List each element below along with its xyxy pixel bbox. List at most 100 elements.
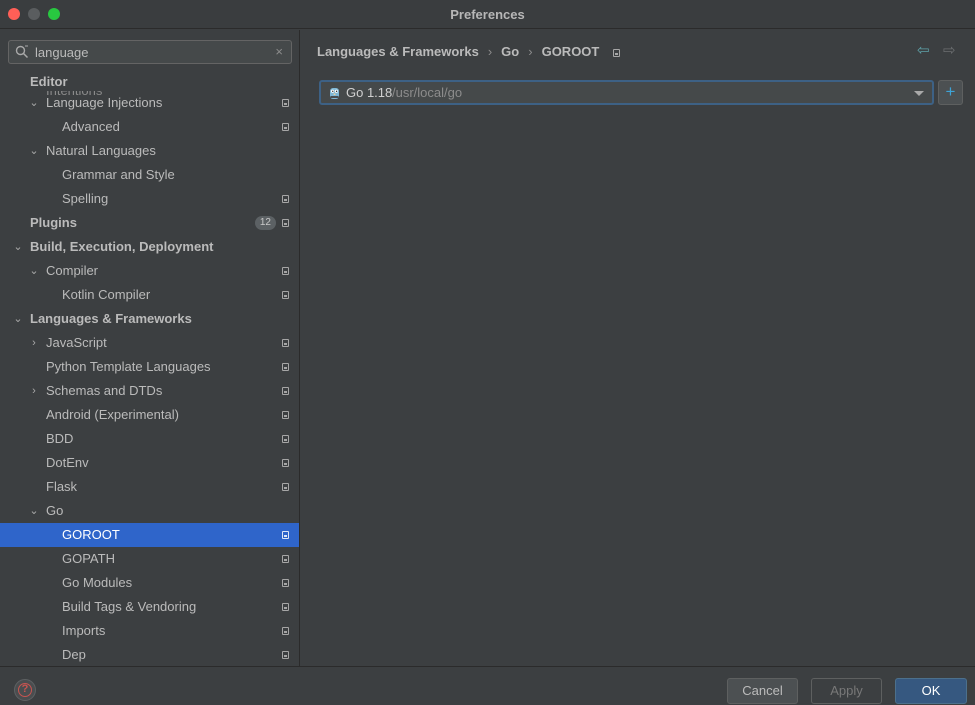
project-level-icon (282, 363, 289, 371)
tree-item-advanced[interactable]: Advanced (0, 115, 299, 139)
help-icon: ? (21, 683, 29, 695)
project-level-icon (282, 339, 289, 347)
project-level-icon (282, 531, 289, 539)
project-level-icon (282, 267, 289, 275)
tree-sticky-header-editor[interactable]: Editor (0, 73, 299, 91)
tree-item-label: Build Tags & Vendoring (62, 599, 197, 614)
settings-search-input[interactable] (35, 44, 265, 61)
tree-item-label: Go Modules (62, 575, 133, 590)
tree-item-language-injections[interactable]: ⌄ Language Injections (0, 91, 299, 115)
tree-item-android-experimental[interactable]: Android (Experimental) (0, 403, 299, 427)
tree-item-label: Flask (46, 479, 78, 494)
project-level-icon (282, 219, 289, 227)
tree-item-label: Imports (62, 623, 106, 638)
tree-item-label: Natural Languages (46, 143, 156, 158)
tree-item-label: Python Template Languages (46, 359, 211, 374)
tree-item-label: Compiler (46, 263, 99, 278)
project-level-icon (282, 651, 289, 659)
tree-item-label: Schemas and DTDs (46, 383, 163, 398)
chevron-right-icon[interactable]: › (28, 331, 40, 355)
project-level-icon (282, 99, 289, 107)
tree-item-kotlin-compiler[interactable]: Kotlin Compiler (0, 283, 299, 307)
project-level-icon (282, 603, 289, 611)
tree-item-label: BDD (46, 431, 74, 446)
dialog-footer: ? Cancel Apply OK (0, 666, 975, 705)
tree-item-flask[interactable]: Flask (0, 475, 299, 499)
chevron-down-icon[interactable]: ⌄ (28, 139, 40, 163)
project-level-icon (613, 48, 621, 57)
tree-item-label: GOPATH (62, 551, 115, 566)
chevron-down-icon[interactable]: ⌄ (28, 91, 40, 115)
project-level-icon (282, 195, 289, 203)
project-level-icon (282, 291, 289, 299)
chevron-down-icon (914, 91, 924, 96)
settings-content: Languages & Frameworks › Go › GOROOT ⇦ ⇨ Go … (301, 30, 975, 666)
tree-item-javascript[interactable]: › JavaScript (0, 331, 299, 355)
cancel-button[interactable]: Cancel (727, 678, 798, 704)
tree-item-label: Go (46, 503, 64, 518)
project-level-icon (282, 435, 289, 443)
goroot-sdk-dropdown[interactable]: Go 1.18 /usr/local/go (319, 80, 934, 105)
tree-item-label: GOROOT (62, 527, 120, 542)
project-level-icon (282, 387, 289, 395)
project-level-icon (282, 627, 289, 635)
tree-item-go[interactable]: ⌄ Go (0, 499, 299, 523)
help-button[interactable]: ? (14, 679, 36, 701)
chevron-down-icon[interactable]: ⌄ (12, 307, 24, 331)
tree-item-label: Languages & Frameworks (30, 311, 192, 326)
breadcrumb-item: Languages & Frameworks (317, 44, 479, 59)
ok-button[interactable]: OK (895, 678, 967, 704)
tree-item-label: Dep (62, 647, 86, 662)
settings-search-box[interactable]: × (8, 40, 292, 64)
clear-search-icon[interactable]: × (275, 44, 283, 59)
tree-item-grammar-and-style[interactable]: Grammar and Style (0, 163, 299, 187)
tree-item-label: Spelling (62, 191, 109, 206)
tree-item-schemas-and-dtds[interactable]: › Schemas and DTDs (0, 379, 299, 403)
tree-item-compiler[interactable]: ⌄ Compiler (0, 259, 299, 283)
tree-item-label: Grammar and Style (62, 167, 175, 182)
forward-arrow-icon[interactable]: ⇨ (943, 41, 956, 59)
tree-item-label: JavaScript (46, 335, 107, 350)
tree-item-label: Kotlin Compiler (62, 287, 151, 302)
tree-item-spelling[interactable]: Spelling (0, 187, 299, 211)
project-level-icon (282, 483, 289, 491)
tree-item-go-modules[interactable]: Go Modules (0, 571, 299, 595)
tree-item-dep[interactable]: Dep (0, 643, 299, 666)
tree-item-label: Build, Execution, Deployment (30, 239, 214, 254)
breadcrumb-separator: › (528, 44, 533, 59)
project-level-icon (282, 123, 289, 131)
apply-button[interactable]: Apply (811, 678, 882, 704)
tree-item-build-execution-deployment[interactable]: ⌄ Build, Execution, Deployment (0, 235, 299, 259)
tree-item-dotenv[interactable]: DotEnv (0, 451, 299, 475)
back-arrow-icon[interactable]: ⇦ (917, 41, 930, 59)
tree-item-bdd[interactable]: BDD (0, 427, 299, 451)
tree-item-plugins[interactable]: Plugins 12 (0, 211, 299, 235)
project-level-icon (282, 459, 289, 467)
breadcrumb-item: GOROOT (541, 44, 600, 59)
tree-item-languages-frameworks[interactable]: ⌄ Languages & Frameworks (0, 307, 299, 331)
settings-tree: ⌄ Language Injections Advanced ⌄ Natural Lan… (0, 73, 299, 666)
chevron-down-icon[interactable]: ⌄ (28, 499, 40, 523)
sdk-version-label: Go 1.18 (346, 85, 393, 100)
tree-item-python-template-languages[interactable]: Python Template Languages (0, 355, 299, 379)
search-icon (15, 45, 29, 59)
settings-sidebar: × ⌄Language Injections Advanced ⌄ Natural L… (0, 30, 300, 666)
tree-item-goroot[interactable]: GOROOT (0, 523, 299, 547)
project-level-icon (282, 411, 289, 419)
tree-item-label: Android (Experimental) (46, 407, 179, 422)
chevron-down-icon[interactable]: ⌄ (28, 259, 40, 283)
chevron-down-icon[interactable]: ⌄ (12, 235, 24, 259)
gopher-icon (330, 88, 339, 99)
tree-item-label: Plugins (30, 215, 77, 230)
tree-item-gopath[interactable]: GOPATH (0, 547, 299, 571)
window-title: Preferences (450, 7, 525, 22)
sdk-path-label: /usr/local/go (392, 85, 463, 100)
add-sdk-button[interactable]: + (938, 80, 963, 105)
breadcrumb: Languages & Frameworks › Go › GOROOT (317, 44, 621, 59)
tree-item-build-tags-vendoring[interactable]: Build Tags & Vendoring (0, 595, 299, 619)
title-bar: Preferences (0, 0, 975, 29)
tree-item-imports[interactable]: Imports (0, 619, 299, 643)
chevron-right-icon[interactable]: › (28, 379, 40, 403)
tree-item-natural-languages[interactable]: ⌄ Natural Languages (0, 139, 299, 163)
project-level-icon (282, 555, 289, 563)
